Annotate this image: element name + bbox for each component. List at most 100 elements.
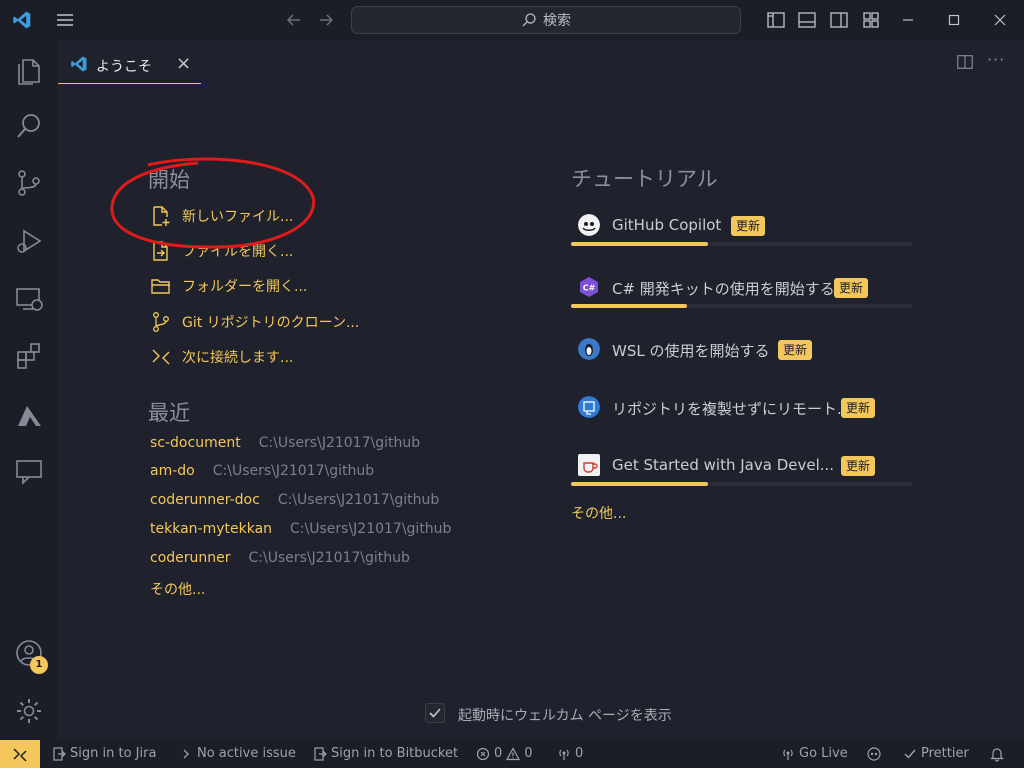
- recent-item-name[interactable]: sc-document: [150, 435, 241, 451]
- tutorial-progress: [571, 242, 913, 246]
- tutorials-more-link[interactable]: その他...: [571, 503, 626, 523]
- azure-icon[interactable]: [13, 400, 45, 432]
- checkmark-icon: [904, 749, 916, 759]
- tutorial-item[interactable]: WSL の使用を開始する 更新: [571, 336, 913, 376]
- menu-icon[interactable]: [55, 10, 75, 30]
- error-icon: [476, 747, 490, 760]
- customize-layout-icon[interactable]: [861, 10, 881, 30]
- jira-signin-status[interactable]: Sign in to Jira: [52, 746, 156, 761]
- tutorial-progress: [571, 304, 913, 308]
- remote-connect-label: 次に接続します...: [182, 350, 294, 366]
- svg-text:C#: C#: [583, 284, 596, 293]
- go-live-label: Go Live: [799, 746, 848, 761]
- tutorial-title: C# 開発キットの使用を開始する: [612, 280, 835, 298]
- tab-welcome-label: ようこそ: [96, 59, 152, 75]
- settings-gear-icon[interactable]: [13, 695, 45, 727]
- tutorial-title: リポジトリを複製せずにリモート...: [612, 400, 852, 418]
- tutorial-item[interactable]: C# C# 開発キットの使用を開始する 更新: [571, 274, 913, 314]
- tutorial-item[interactable]: GitHub Copilot 更新: [571, 212, 913, 252]
- show-welcome-checkbox[interactable]: [425, 703, 445, 723]
- recent-item-name[interactable]: coderunner: [150, 550, 231, 566]
- source-control-icon[interactable]: [13, 167, 45, 199]
- copilot-icon: [578, 214, 600, 236]
- new-file-link[interactable]: 新しいファイル...: [150, 204, 293, 228]
- toggle-panel-icon[interactable]: [797, 10, 817, 30]
- recent-item[interactable]: sc-document C:\Users\J21017\github: [150, 435, 420, 451]
- bitbucket-signin-label: Sign in to Bitbucket: [331, 746, 459, 761]
- broadcast-icon: [783, 749, 793, 760]
- show-welcome-label: 起動時にウェルカム ページを表示: [458, 708, 672, 724]
- broadcast-icon: [559, 749, 569, 760]
- tab-welcome[interactable]: ようこそ ×: [58, 44, 201, 84]
- command-center-search[interactable]: 検索: [351, 6, 741, 34]
- notifications-bell-icon[interactable]: [989, 746, 1005, 762]
- remote-indicator-button[interactable]: [0, 740, 40, 768]
- copilot-status-icon[interactable]: [866, 746, 882, 762]
- remote-connect-link[interactable]: 次に接続します...: [150, 345, 293, 369]
- run-debug-icon[interactable]: [13, 225, 45, 257]
- tab-close-icon[interactable]: ×: [176, 53, 191, 74]
- search-view-icon[interactable]: [13, 110, 45, 142]
- recent-item-path: C:\Users\J21017\github: [277, 492, 440, 508]
- java-cup-icon: [578, 454, 600, 476]
- search-placeholder: 検索: [543, 13, 571, 29]
- bitbucket-signin-status[interactable]: Sign in to Bitbucket: [313, 746, 458, 761]
- bitbucket-signin-icon: [314, 746, 327, 761]
- warning-icon: [506, 746, 521, 760]
- git-clone-icon: [153, 312, 169, 332]
- explorer-icon[interactable]: [13, 54, 45, 86]
- recent-item-path: C:\Users\J21017\github: [258, 435, 421, 451]
- tutorial-badge: 更新: [731, 216, 766, 236]
- recent-item[interactable]: tekkan-mytekkan C:\Users\J21017\github: [150, 521, 451, 537]
- recent-item[interactable]: coderunner C:\Users\J21017\github: [150, 550, 410, 566]
- ports-count: 0: [575, 746, 584, 761]
- title-bar: 検索: [0, 0, 1024, 40]
- vscode-tab-icon: [71, 56, 87, 72]
- recent-item-name[interactable]: am-do: [150, 463, 195, 479]
- linux-penguin-icon: [578, 338, 600, 360]
- recent-item-name[interactable]: tekkan-mytekkan: [150, 521, 272, 537]
- toggle-secondary-sidebar-icon[interactable]: [829, 10, 849, 30]
- tutorial-title: GitHub Copilot: [612, 216, 722, 234]
- remote-connect-icon: [152, 349, 170, 365]
- new-file-label: 新しいファイル...: [182, 209, 294, 225]
- problems-status[interactable]: 0 0: [476, 746, 533, 761]
- ports-status[interactable]: 0: [557, 746, 583, 761]
- go-live-button[interactable]: Go Live: [781, 746, 848, 761]
- remote-indicator-icon: [13, 748, 27, 762]
- recent-item[interactable]: coderunner-doc C:\Users\J21017\github: [150, 492, 439, 508]
- jira-signin-label: Sign in to Jira: [70, 746, 157, 761]
- close-window-icon[interactable]: [990, 10, 1010, 30]
- tutorial-item[interactable]: Get Started with Java Devel... 更新: [571, 452, 913, 492]
- recent-heading: 最近: [148, 401, 190, 425]
- prettier-status[interactable]: Prettier: [903, 746, 969, 761]
- maximize-icon[interactable]: [944, 10, 964, 30]
- toggle-primary-sidebar-icon[interactable]: [766, 10, 786, 30]
- recent-more-link[interactable]: その他...: [150, 579, 205, 599]
- tutorial-item[interactable]: リポジトリを複製せずにリモート... 更新: [571, 394, 913, 434]
- prettier-label: Prettier: [921, 746, 969, 761]
- remote-explorer-icon[interactable]: [13, 283, 45, 315]
- open-folder-label: フォルダーを開く...: [182, 279, 308, 295]
- open-folder-link[interactable]: フォルダーを開く...: [150, 274, 307, 298]
- editor-tab-bar: [58, 40, 1024, 86]
- minimize-icon[interactable]: [898, 10, 918, 30]
- extensions-icon[interactable]: [13, 340, 45, 372]
- search-icon: [522, 13, 536, 27]
- chevron-right-icon: [183, 749, 189, 758]
- activity-bar: 1: [0, 40, 58, 740]
- back-arrow-icon[interactable]: [284, 10, 304, 30]
- forward-arrow-icon[interactable]: [316, 10, 336, 30]
- tutorial-badge: 更新: [834, 278, 869, 298]
- open-file-link[interactable]: ファイルを開く...: [150, 239, 293, 263]
- git-clone-link[interactable]: Git リポジトリのクローン...: [150, 310, 359, 334]
- tutorial-progress: [571, 482, 913, 486]
- status-bar: Sign in to Jira No active issue Sign in …: [0, 740, 1024, 768]
- split-editor-icon[interactable]: [956, 53, 974, 71]
- chat-icon[interactable]: [13, 455, 45, 487]
- recent-item[interactable]: am-do C:\Users\J21017\github: [150, 463, 374, 479]
- more-actions-icon[interactable]: ···: [987, 50, 1005, 69]
- active-issue-status[interactable]: No active issue: [179, 746, 296, 761]
- recent-item-name[interactable]: coderunner-doc: [150, 492, 260, 508]
- new-file-icon: [153, 206, 170, 226]
